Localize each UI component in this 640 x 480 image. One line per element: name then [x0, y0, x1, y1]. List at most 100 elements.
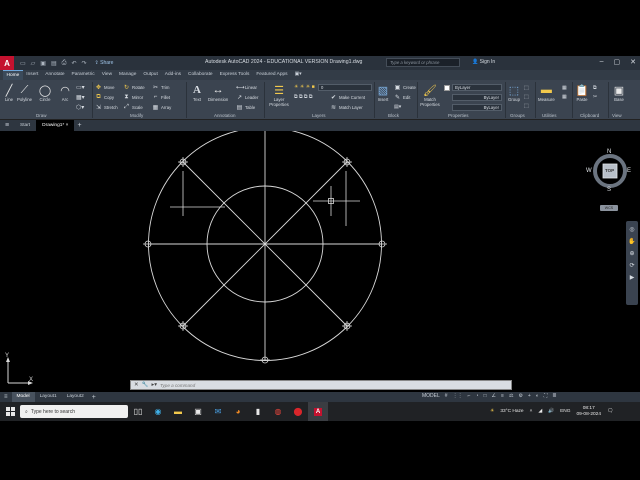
hamburger-menu-icon[interactable]: ≡ [0, 122, 14, 129]
dimension-button[interactable]: ↔ Dimension [208, 83, 228, 102]
tab-express-tools[interactable]: Express Tools [216, 70, 253, 80]
create-block-button[interactable]: ▣ Create [394, 84, 416, 91]
circle-button[interactable]: ◯ Circle [38, 83, 52, 103]
new-icon[interactable]: ▭ [20, 60, 26, 67]
match-layer-button[interactable]: ≋ Match Layer [330, 104, 363, 111]
start-button[interactable] [0, 407, 20, 416]
chrome-icon[interactable]: ◍ [268, 402, 288, 421]
saveas-icon[interactable]: ▤ [51, 60, 57, 67]
layout-menu-icon[interactable]: ≡ [0, 394, 12, 400]
lineweight-icon[interactable]: ≡ [501, 393, 504, 399]
layer-state-icons[interactable]: ☀ ☀ ☀ ■ [294, 84, 315, 90]
compass-east[interactable]: E [627, 168, 631, 174]
tab-collaborate[interactable]: Collaborate [185, 70, 217, 80]
edge-icon[interactable]: ◉ [148, 402, 168, 421]
clipboard-more-icons[interactable]: ⧉ ✂ [593, 84, 597, 102]
tab-featured-apps[interactable]: Featured Apps [253, 70, 291, 80]
color-dropdown[interactable]: ByLayer [452, 84, 502, 91]
isolate-icon[interactable]: ◐ [536, 393, 539, 399]
sign-in-button[interactable]: 👤 Sign In [472, 59, 495, 65]
fullscreen-icon[interactable]: ⛶ [544, 393, 548, 399]
tab-start[interactable]: Start [14, 120, 36, 131]
tab-layout2[interactable]: Layout2 [62, 392, 89, 402]
close-icon[interactable]: ✕ [630, 58, 636, 66]
tray-chevron-icon[interactable]: ˄ [530, 409, 533, 414]
tab-add-ins[interactable]: Add-ins [161, 70, 184, 80]
autocad-taskbar-icon[interactable]: A [308, 402, 328, 421]
arc-button[interactable]: ◠ Arc [58, 83, 72, 103]
record-app-icon[interactable]: ⬤ [288, 402, 308, 421]
viewcube-top-face[interactable]: TOP [605, 168, 614, 173]
polyline-button[interactable]: ⟋ Polyline [17, 83, 32, 103]
firefox-icon[interactable]: ◕ [228, 402, 248, 421]
plot-icon[interactable]: ⎙ [62, 60, 67, 67]
orbit-icon[interactable]: ⟳ [626, 260, 638, 272]
rectangle-icon[interactable]: ▭▾ [76, 84, 85, 91]
group-button[interactable]: ⬚ Group [507, 83, 521, 103]
showmotion-icon[interactable]: ▶ [626, 272, 638, 284]
task-view-icon[interactable]: ▯▯ [128, 402, 148, 421]
lineweight-dropdown[interactable]: ByLayer [452, 104, 502, 111]
tab-output[interactable]: Output [140, 70, 161, 80]
maximize-icon[interactable]: ▢ [614, 58, 621, 66]
compass-west[interactable]: W [586, 168, 592, 174]
store-icon[interactable]: ▣ [188, 402, 208, 421]
minimize-icon[interactable]: – [600, 58, 604, 66]
tab-layout1[interactable]: Layout1 [35, 392, 62, 402]
array-button[interactable]: ▦ Array [152, 104, 172, 111]
media-player-icon[interactable]: ▮ [248, 402, 268, 421]
draw-more-icon[interactable]: ⬡▾ [76, 104, 84, 111]
customization-icon[interactable]: ≣ [552, 393, 556, 399]
paste-button[interactable]: 📋 Paste [575, 83, 589, 103]
wcs-menu[interactable]: WCS [600, 205, 618, 211]
file-explorer-icon[interactable]: ▬ [168, 402, 188, 421]
undo-icon[interactable]: ↶ [71, 60, 76, 67]
tab-parametric[interactable]: Parametric [68, 70, 98, 80]
taskbar-search-input[interactable]: ⌕ Type here to search [20, 405, 128, 418]
scale-button[interactable]: ⤢ Scale [123, 104, 143, 111]
customize-command-icon[interactable]: 🔧 [142, 382, 149, 388]
model-space-toggle[interactable]: MODEL [422, 393, 440, 399]
copy-button[interactable]: ⧉ Copy [95, 94, 114, 101]
full-navigation-wheel-icon[interactable]: ◎ [626, 224, 638, 236]
redo-icon[interactable]: ↷ [81, 60, 86, 67]
grid-icon[interactable]: # [445, 393, 448, 399]
save-icon[interactable]: ▣ [40, 60, 46, 67]
text-button[interactable]: A Text [190, 83, 204, 102]
taskbar-clock[interactable]: 08:17 09-08-2024 [576, 406, 601, 418]
new-tab-icon[interactable]: + [77, 122, 81, 129]
command-prompt-icon[interactable]: ▸▾ [151, 382, 157, 388]
tab-home[interactable]: Home [3, 70, 23, 80]
stretch-button[interactable]: ⇲ Stretch [95, 104, 118, 111]
command-input[interactable]: Type a command [160, 383, 195, 388]
mail-icon[interactable]: ✉ [208, 402, 228, 421]
table-button[interactable]: ▤ Table [236, 104, 256, 111]
zoom-extents-icon[interactable]: ⊕ [626, 248, 638, 260]
linetype-dropdown[interactable]: ByLayer [452, 94, 502, 101]
tab-model[interactable]: Model [11, 392, 35, 402]
utilities-more-icons[interactable]: ▦ ▦ [562, 84, 567, 102]
move-button[interactable]: ✥ Move [95, 84, 115, 91]
tab-view[interactable]: View [98, 70, 115, 80]
viewcube[interactable]: TOP N S E W [586, 147, 632, 197]
weather-text[interactable]: 33°C Haze [500, 409, 523, 414]
osnap-icon[interactable]: □ [484, 393, 487, 399]
mirror-button[interactable]: ⧗ Mirror [123, 94, 143, 101]
network-icon[interactable]: ◢ [538, 409, 542, 414]
plus-icon[interactable]: + [528, 393, 531, 399]
notifications-icon[interactable]: 🗨 [607, 409, 613, 414]
hatch-icon[interactable]: ▦▾ [76, 94, 85, 101]
close-command-icon[interactable]: ✕ [134, 382, 139, 388]
trim-button[interactable]: ✂ Trim [152, 84, 169, 91]
edit-block-button[interactable]: ✎ Edit [394, 94, 410, 101]
close-tab-icon[interactable]: × [66, 123, 69, 128]
share-button[interactable]: ⇪ Share [95, 60, 114, 66]
search-input[interactable]: Type a keyword or phrase [386, 58, 460, 67]
polar-icon[interactable]: ◔ [475, 393, 478, 399]
weather-icon[interactable]: ☀ [490, 409, 494, 414]
group-tools-icons[interactable]: ⬚ ⬚ ⬚ [524, 84, 529, 111]
linear-button[interactable]: ⟷ Linear [236, 84, 257, 91]
measure-button[interactable]: ▬ Measure [538, 83, 555, 102]
ribbon-options-icon[interactable]: ▣▾ [291, 70, 305, 80]
application-menu-button[interactable]: A [0, 56, 14, 70]
